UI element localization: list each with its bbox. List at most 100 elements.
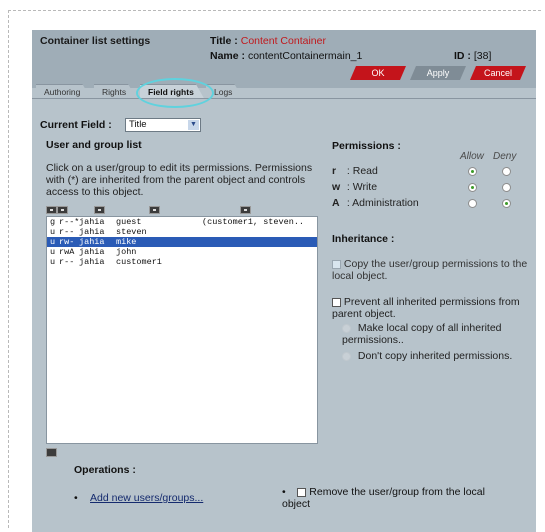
ok-button[interactable]: OK xyxy=(350,66,406,80)
list-item[interactable]: g r--* jahia guest (customer1, steven.. xyxy=(47,217,317,227)
id-label: ID : xyxy=(454,50,471,62)
name-line: Name : contentContainermain_1 xyxy=(210,50,362,62)
title-line: Title : Content Container xyxy=(210,35,326,47)
row-name: john xyxy=(116,247,137,257)
row-provider: jahia xyxy=(79,257,105,267)
row-provider: jahia xyxy=(79,227,105,237)
row-provider: jahia xyxy=(79,247,105,257)
list-item[interactable]: u rwA jahia john xyxy=(47,247,317,257)
read-allow-radio[interactable] xyxy=(468,167,477,176)
row-name: customer1 xyxy=(116,257,162,267)
tab-divider xyxy=(32,98,536,99)
perm-key: A xyxy=(332,197,340,209)
tab-logs[interactable]: Logs xyxy=(206,84,242,98)
row-perm: r-- xyxy=(59,227,75,237)
inheritance-title: Inheritance : xyxy=(332,233,395,245)
dont-copy-radio[interactable] xyxy=(342,351,351,361)
sort-groups-icon[interactable] xyxy=(240,206,251,214)
prevent-inherit-option: Prevent all inherited permissions from p… xyxy=(332,296,536,320)
row-name: guest xyxy=(116,217,142,227)
make-local-copy-label: Make local copy of all inherited permiss… xyxy=(342,322,502,346)
copy-permissions-option: Copy the user/group permissions to the l… xyxy=(332,258,532,282)
section-title: Container list settings xyxy=(40,35,151,47)
row-perm: rw- xyxy=(59,237,75,247)
current-field-value: Title xyxy=(129,119,147,130)
row-type: u xyxy=(50,247,56,257)
row-perm: r-- xyxy=(59,257,75,267)
read-deny-radio[interactable] xyxy=(502,167,511,176)
dashed-border-left xyxy=(8,10,9,528)
row-type: u xyxy=(50,257,56,267)
admin-deny-radio[interactable] xyxy=(502,199,511,208)
header-bar: Container list settings Title : Content … xyxy=(32,30,536,88)
title-value: Content Container xyxy=(240,35,326,47)
row-provider: jahia xyxy=(79,217,105,227)
remove-checkbox[interactable] xyxy=(297,487,307,497)
write-allow-radio[interactable] xyxy=(468,183,477,192)
user-group-list-description: Click on a user/group to edit its permis… xyxy=(46,162,313,198)
sort-name-icon[interactable] xyxy=(149,206,160,214)
row-name: steven xyxy=(116,227,147,237)
row-type: u xyxy=(50,227,56,237)
remove-label: Remove the user/group from the local obj… xyxy=(282,486,485,510)
dont-copy-label: Don't copy inherited permissions. xyxy=(357,350,513,362)
perm-key: r xyxy=(332,165,337,177)
dont-copy-option: Don't copy inherited permissions. xyxy=(342,350,536,362)
sort-type-icon[interactable] xyxy=(46,206,57,214)
deny-column-header: Deny xyxy=(493,151,517,162)
row-provider: jahia xyxy=(79,237,105,247)
row-type: g xyxy=(50,217,56,227)
column-sort-icons xyxy=(46,206,316,216)
make-local-copy-option: Make local copy of all inherited permiss… xyxy=(342,322,536,346)
name-value: contentContainermain_1 xyxy=(247,50,363,62)
name-label: Name : xyxy=(210,50,246,62)
bullet-icon: • xyxy=(282,486,286,498)
settings-panel: Container list settings Title : Content … xyxy=(32,30,536,532)
tab-rights[interactable]: Rights xyxy=(94,84,136,98)
perm-label: : Administration xyxy=(346,197,419,209)
copy-permissions-checkbox[interactable] xyxy=(332,259,341,269)
allow-column-header: Allow xyxy=(460,151,484,162)
tab-bar: Authoring Rights Field rights Logs xyxy=(32,82,536,99)
tab-authoring[interactable]: Authoring xyxy=(36,84,90,98)
id-line: ID : [38] xyxy=(454,50,491,62)
bullet-icon: • xyxy=(74,492,78,504)
operations-remove: • Remove the user/group from the local o… xyxy=(282,486,502,510)
list-item-selected[interactable]: u rw- jahia mike xyxy=(47,237,317,247)
sort-provider-icon[interactable] xyxy=(94,206,105,214)
chevron-down-icon: ▼ xyxy=(188,120,199,130)
perm-label: : Write xyxy=(346,181,378,193)
current-field-select[interactable]: Title ▼ xyxy=(125,118,201,132)
write-deny-radio[interactable] xyxy=(502,183,511,192)
title-label: Title : xyxy=(210,35,238,47)
perm-label: : Read xyxy=(346,165,378,177)
list-item[interactable]: u r-- jahia steven xyxy=(47,227,317,237)
admin-allow-radio[interactable] xyxy=(468,199,477,208)
copy-permissions-label: Copy the user/group permissions to the l… xyxy=(332,258,528,282)
permissions-title: Permissions : xyxy=(332,140,401,152)
current-field-label: Current Field : xyxy=(40,119,112,131)
prevent-inherit-label: Prevent all inherited permissions from p… xyxy=(332,296,520,320)
dashed-border-top xyxy=(8,10,541,11)
row-extra: (customer1, steven.. xyxy=(202,217,305,227)
row-name: mike xyxy=(116,237,137,247)
sort-perm-icon[interactable] xyxy=(57,206,68,214)
permission-write-row: w : Write xyxy=(332,181,377,193)
prevent-inherit-checkbox[interactable] xyxy=(332,297,341,307)
row-perm: rwA xyxy=(59,247,75,257)
list-options-icon[interactable] xyxy=(46,448,57,457)
make-local-copy-radio[interactable] xyxy=(342,323,351,333)
permission-admin-row: A : Administration xyxy=(332,197,419,209)
tab-field-rights[interactable]: Field rights xyxy=(140,84,204,98)
user-group-list-title: User and group list xyxy=(46,139,142,151)
row-type: u xyxy=(50,237,56,247)
list-item[interactable]: u r-- jahia customer1 xyxy=(47,257,317,267)
id-value: [38] xyxy=(473,50,492,62)
add-users-groups-link[interactable]: Add new users/groups... xyxy=(90,492,203,504)
apply-button[interactable]: Apply xyxy=(410,66,466,80)
operations-title: Operations : xyxy=(74,464,136,476)
row-perm: r--* xyxy=(59,217,80,227)
cancel-button[interactable]: Cancel xyxy=(470,66,526,80)
operations-add: • Add new users/groups... xyxy=(74,492,203,504)
user-group-list[interactable]: g r--* jahia guest (customer1, steven.. … xyxy=(46,216,318,444)
